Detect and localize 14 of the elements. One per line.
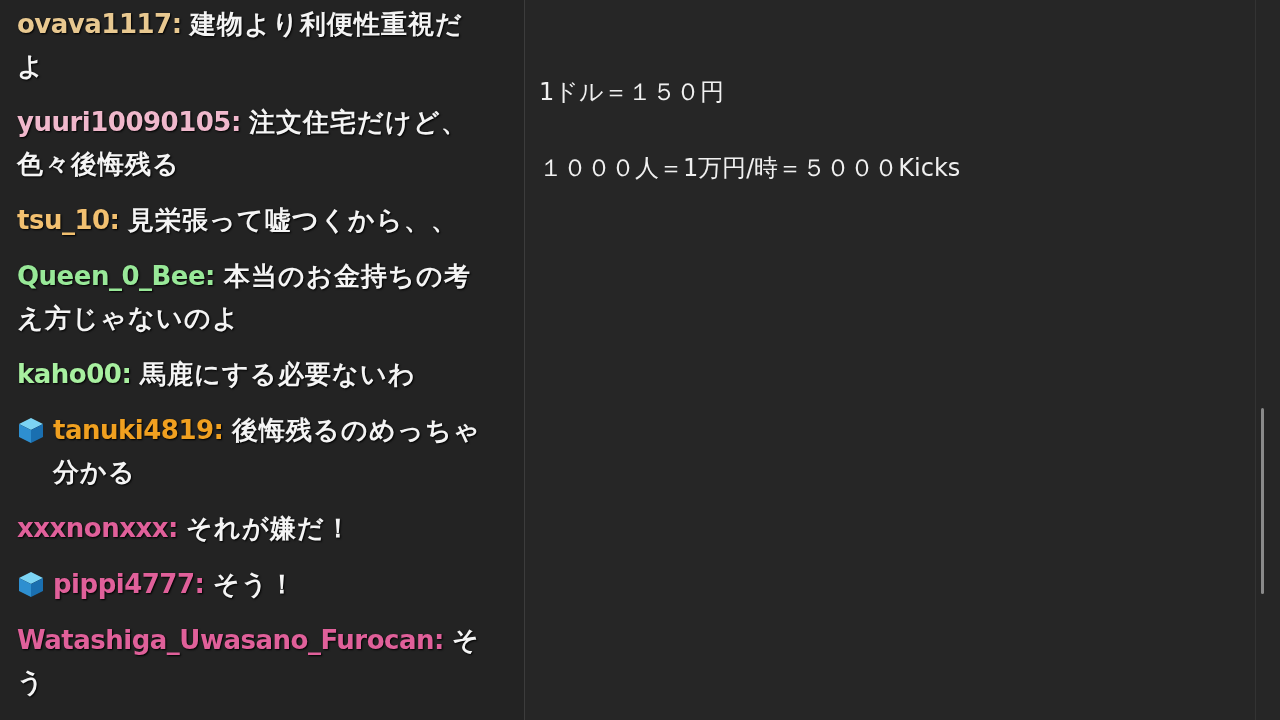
chat-message: pippi4777: そう！ [53,568,296,601]
note-line: １０００人＝1万円/時＝５０００Kicks [539,153,962,184]
chat-message: tanuki4819: 後悔残るのめっちゃ分かる [53,414,483,489]
scrollbar-thumb[interactable] [1260,408,1264,594]
chat-message: yuuri10090105: 注文住宅だけど、色々後悔残る [17,106,470,181]
chat-message: ovava1117: 建物より利便性重視だよ [17,8,465,83]
chat-message: xxxnonxxx: それが嫌だ！ [17,512,353,545]
cube-icon [17,570,45,598]
chat-message: kaho00: 馬鹿にする必要ないわ [17,358,416,391]
chat-message: Watashiga_Uwasano_Furocan: そう [17,624,482,699]
chat-message: tsu_10: 見栄張って嘘つくから、、 [17,204,459,237]
note-line: 1ドル＝１５０円 [539,77,726,108]
chat-message: Queen_0_Bee: 本当のお金持ちの考え方じゃないのよ [17,260,472,335]
cube-icon [17,416,45,444]
